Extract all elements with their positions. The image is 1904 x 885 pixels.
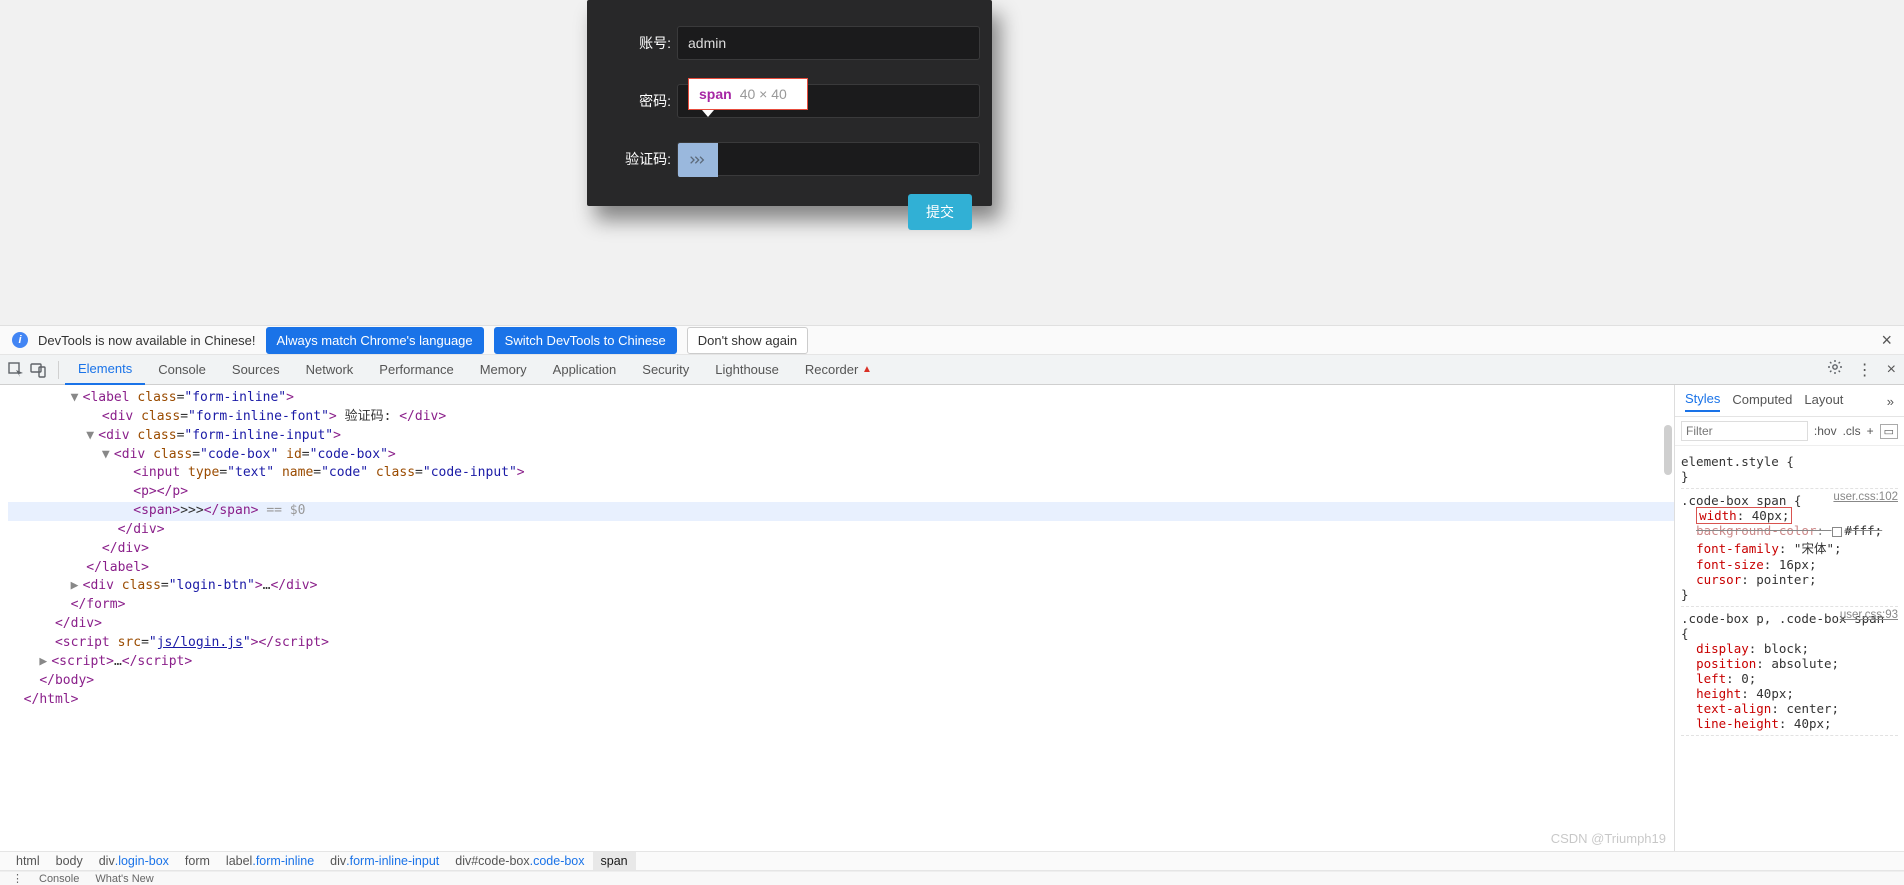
styles-tabs: Styles Computed Layout » [1675, 385, 1904, 417]
captcha-slider[interactable] [678, 143, 718, 177]
rule-origin[interactable]: user.css:102 [1833, 491, 1898, 503]
submit-button[interactable]: 提交 [908, 194, 972, 230]
label-captcha: 验证码: [599, 149, 677, 169]
style-rules[interactable]: element.style { } user.css:102 .code-box… [1675, 446, 1904, 740]
crumb-label[interactable]: label.form-inline [218, 852, 322, 870]
devtools-body: ▼<label class="form-inline"> <div class=… [0, 385, 1904, 851]
inspect-element-icon[interactable] [8, 362, 24, 378]
scrollbar[interactable] [1662, 385, 1674, 851]
tab-console[interactable]: Console [145, 355, 219, 385]
color-swatch-icon[interactable] [1832, 527, 1842, 537]
device-toolbar-icon[interactable] [30, 362, 46, 378]
elements-panel[interactable]: ▼<label class="form-inline"> <div class=… [0, 385, 1674, 851]
tooltip-dimensions: 40 × 40 [740, 86, 787, 102]
styles-panel: Styles Computed Layout » :hov .cls + ▭ e… [1674, 385, 1904, 851]
rule-element-style[interactable]: element.style { } [1681, 450, 1898, 489]
submit-row: 提交 [599, 194, 980, 230]
tab-memory[interactable]: Memory [467, 355, 540, 385]
devtools-tabs: Elements Console Sources Network Perform… [0, 355, 1904, 385]
watermark: CSDN @Triumph19 [1551, 830, 1666, 849]
tab-sources[interactable]: Sources [219, 355, 293, 385]
crumb-form[interactable]: form [177, 852, 218, 870]
tab-security[interactable]: Security [629, 355, 702, 385]
crumb-html[interactable]: html [8, 852, 48, 870]
drawer-console[interactable]: Console [39, 873, 79, 885]
row-username: 账号: [599, 26, 980, 60]
devtools-info-bar: i DevTools is now available in Chinese! … [0, 325, 1904, 355]
crumb-body[interactable]: body [48, 852, 91, 870]
chevrons-right-icon [690, 155, 706, 165]
styles-tab-layout[interactable]: Layout [1804, 392, 1843, 411]
crumb-inline-input[interactable]: div.form-inline-input [322, 852, 447, 870]
crumb-codebox[interactable]: div#code-box.code-box [447, 852, 592, 870]
styles-tab-computed[interactable]: Computed [1732, 392, 1792, 411]
close-icon[interactable]: × [1881, 330, 1892, 351]
tab-lighthouse[interactable]: Lighthouse [702, 355, 792, 385]
cls-toggle[interactable]: .cls [1843, 424, 1861, 438]
rule-1[interactable]: user.css:93 .code-box p, .code-box span … [1681, 607, 1898, 736]
dont-show-again-button[interactable]: Don't show again [687, 327, 808, 354]
tab-network[interactable]: Network [293, 355, 367, 385]
styles-filter-input[interactable] [1681, 421, 1808, 441]
tab-application[interactable]: Application [540, 355, 630, 385]
username-input[interactable] [677, 26, 980, 60]
tab-elements[interactable]: Elements [65, 355, 145, 385]
hov-toggle[interactable]: :hov [1814, 424, 1837, 438]
tab-performance[interactable]: Performance [366, 355, 466, 385]
crumb-span[interactable]: span [593, 852, 636, 870]
tooltip-element-name: span [699, 86, 732, 102]
settings-icon[interactable] [1827, 359, 1843, 380]
captcha-code-box[interactable] [677, 142, 980, 176]
rule-origin[interactable]: user.css:93 [1840, 609, 1898, 621]
match-language-button[interactable]: Always match Chrome's language [266, 327, 484, 354]
styles-tabs-more-icon[interactable]: » [1887, 394, 1894, 409]
tooltip-caret [702, 110, 714, 117]
tab-recorder[interactable]: Recorder ▲ [792, 355, 885, 385]
row-captcha: 验证码: [599, 142, 980, 176]
styles-tab-styles[interactable]: Styles [1685, 391, 1720, 412]
dom-breadcrumbs[interactable]: html body div.login-box form label.form-… [0, 851, 1904, 871]
more-vertical-icon[interactable]: ⋮ [1857, 360, 1873, 380]
styles-filter-row: :hov .cls + ▭ [1675, 417, 1904, 446]
rendered-page: 账号: 密码: 验证码: 提交 span 40 × 40 [0, 0, 1904, 325]
info-icon: i [12, 332, 28, 348]
close-devtools-icon[interactable]: × [1887, 361, 1896, 379]
inspector-tooltip: span 40 × 40 [688, 78, 808, 110]
info-message: DevTools is now available in Chinese! [38, 333, 256, 348]
label-username: 账号: [599, 33, 677, 53]
box-model-icon[interactable]: ▭ [1880, 424, 1898, 439]
add-rule-icon[interactable]: + [1867, 424, 1874, 438]
rule-0[interactable]: user.css:102 .code-box span { width: 40p… [1681, 489, 1898, 607]
devtools-drawer: ⋮ Console What's New [0, 871, 1904, 885]
drawer-whatsnew[interactable]: What's New [95, 873, 153, 885]
switch-language-button[interactable]: Switch DevTools to Chinese [494, 327, 677, 354]
drawer-kebab-icon[interactable]: ⋮ [12, 872, 23, 885]
crumb-loginbox[interactable]: div.login-box [91, 852, 177, 870]
selected-dom-node[interactable]: <span>>>></span> == $0 [8, 502, 1674, 521]
label-password: 密码: [599, 91, 677, 111]
